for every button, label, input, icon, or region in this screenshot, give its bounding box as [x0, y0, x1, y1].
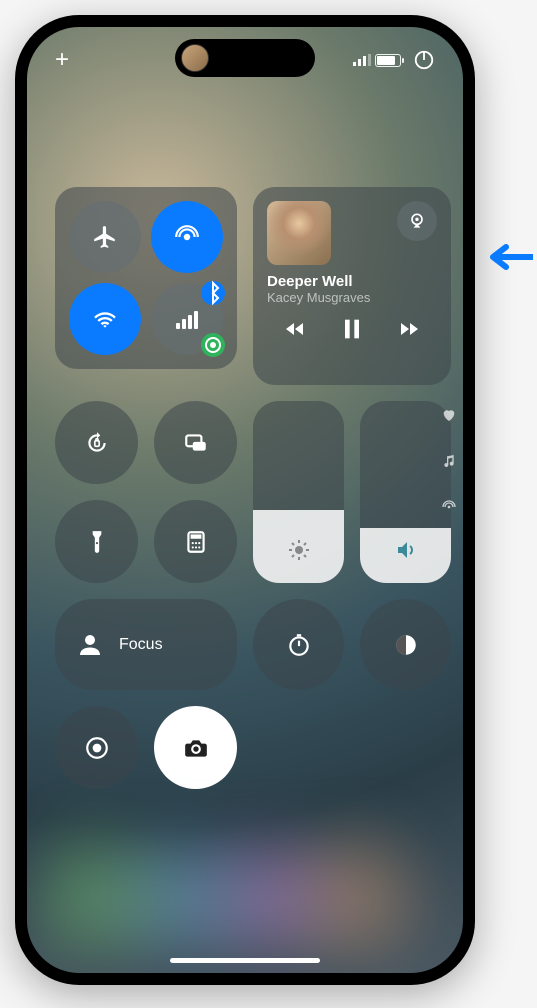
- camera-icon: [183, 735, 209, 761]
- cellular-toggle[interactable]: [151, 283, 223, 355]
- airplay-icon: [407, 211, 427, 231]
- volume-slider[interactable]: [360, 401, 451, 583]
- airplay-button[interactable]: [397, 201, 437, 241]
- album-art: [267, 201, 331, 265]
- screen-mirroring-icon: [183, 430, 209, 456]
- airplane-icon: [92, 224, 118, 250]
- airdrop-toggle[interactable]: [151, 201, 223, 273]
- add-control-button[interactable]: +: [55, 46, 69, 74]
- hotspot-sub-icon: [201, 333, 225, 357]
- timer-icon: [286, 632, 312, 658]
- home-indicator[interactable]: [170, 958, 320, 963]
- orientation-lock-toggle[interactable]: [55, 401, 138, 484]
- page-indicators[interactable]: [441, 407, 457, 515]
- track-title: Deeper Well: [267, 273, 437, 290]
- heart-icon: [441, 407, 457, 423]
- music-note-icon: [441, 453, 457, 469]
- timer-button[interactable]: [253, 599, 344, 690]
- calculator-icon: [183, 529, 209, 555]
- forward-icon: [397, 317, 421, 341]
- track-artist: Kacey Musgraves: [267, 290, 437, 305]
- bluetooth-sub-icon: [201, 281, 225, 305]
- record-icon: [84, 735, 110, 761]
- wifi-icon: [92, 306, 118, 332]
- now-playing-avatar: [181, 44, 209, 72]
- cellular-icon: [176, 309, 198, 329]
- next-track-button[interactable]: [397, 317, 421, 346]
- signal-icon: [353, 54, 371, 66]
- rewind-icon: [283, 317, 307, 341]
- camera-button[interactable]: [154, 706, 237, 789]
- dark-mode-icon: [393, 632, 419, 658]
- screen-mirroring-button[interactable]: [154, 401, 237, 484]
- now-playing-widget[interactable]: Deeper Well Kacey Musgraves: [253, 187, 451, 385]
- pause-icon: [338, 315, 366, 343]
- screen-record-button[interactable]: [55, 706, 138, 789]
- flashlight-icon: [84, 529, 110, 555]
- broadcast-icon: [441, 499, 457, 515]
- play-pause-button[interactable]: [338, 315, 366, 348]
- previous-track-button[interactable]: [283, 317, 307, 346]
- volume-icon: [394, 538, 418, 562]
- power-button[interactable]: [413, 49, 435, 71]
- flashlight-toggle[interactable]: [55, 500, 138, 583]
- connectivity-group[interactable]: [55, 187, 237, 369]
- rotation-lock-icon: [84, 430, 110, 456]
- battery-indicator: [353, 54, 401, 67]
- phone-frame: +: [15, 15, 475, 985]
- airdrop-icon: [174, 224, 200, 250]
- dynamic-island[interactable]: [175, 39, 315, 77]
- focus-label: Focus: [119, 636, 163, 654]
- control-center-screen: +: [27, 27, 463, 973]
- brightness-icon: [287, 538, 311, 562]
- calculator-button[interactable]: [154, 500, 237, 583]
- brightness-slider[interactable]: [253, 401, 344, 583]
- wifi-toggle[interactable]: [69, 283, 141, 355]
- focus-icon: [75, 630, 105, 660]
- dark-mode-toggle[interactable]: [360, 599, 451, 690]
- focus-button[interactable]: Focus: [55, 599, 237, 690]
- airplane-mode-toggle[interactable]: [69, 201, 141, 273]
- callout-arrow: [478, 242, 533, 277]
